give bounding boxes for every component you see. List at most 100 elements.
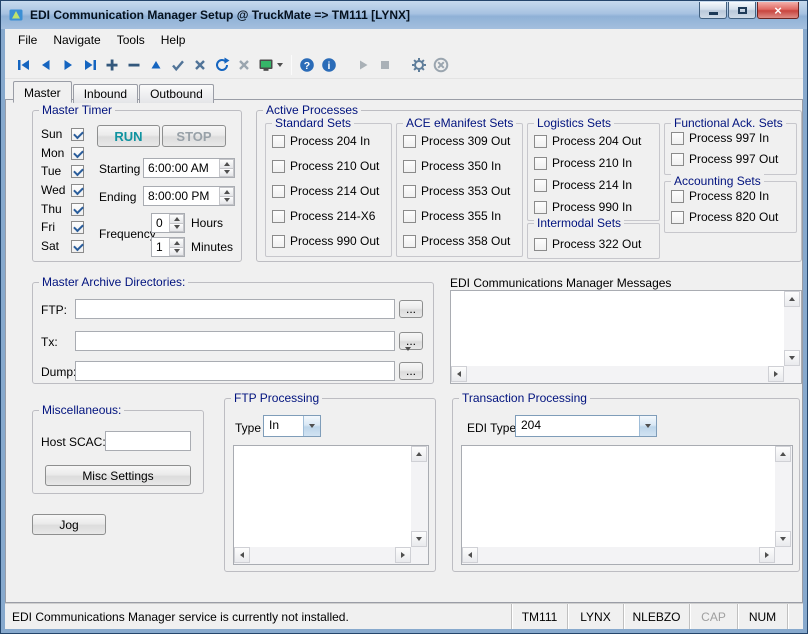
process-997-in-checkbox[interactable] bbox=[671, 132, 684, 145]
abort-button[interactable] bbox=[233, 54, 255, 76]
tab-outbound[interactable]: Outbound bbox=[139, 84, 214, 103]
process-353-out-checkbox[interactable] bbox=[403, 185, 416, 198]
process-358-out-checkbox[interactable] bbox=[403, 235, 416, 248]
process-353-out-row[interactable]: Process 353 Out bbox=[403, 184, 510, 198]
info-button[interactable]: i bbox=[318, 54, 340, 76]
next-record-button[interactable] bbox=[57, 54, 79, 76]
frequency-hours-input[interactable]: 0 bbox=[151, 213, 185, 233]
edit-record-button[interactable] bbox=[145, 54, 167, 76]
day-row-wed[interactable]: Wed bbox=[41, 183, 84, 197]
stop-service-button[interactable] bbox=[374, 54, 396, 76]
hours-spin-up-button[interactable] bbox=[169, 214, 184, 224]
process-997-out-checkbox[interactable] bbox=[671, 153, 684, 166]
run-button[interactable]: RUN bbox=[97, 125, 160, 147]
process-820-in-checkbox[interactable] bbox=[671, 190, 684, 203]
process-820-in-row[interactable]: Process 820 In bbox=[671, 189, 769, 203]
edi-type-dropdown-button[interactable] bbox=[639, 416, 656, 436]
tab-inbound[interactable]: Inbound bbox=[73, 84, 138, 103]
day-checkbox-fri[interactable] bbox=[71, 221, 84, 234]
host-scac-input[interactable] bbox=[105, 431, 191, 451]
scroll-right-button[interactable] bbox=[395, 547, 411, 563]
process-997-in-row[interactable]: Process 997 In bbox=[671, 131, 769, 145]
process-204-in-checkbox[interactable] bbox=[272, 135, 285, 148]
process-990-out-row[interactable]: Process 990 Out bbox=[272, 234, 379, 248]
scroll-up-button[interactable] bbox=[775, 446, 791, 462]
day-row-thu[interactable]: Thu bbox=[41, 202, 84, 216]
day-row-mon[interactable]: Mon bbox=[41, 146, 84, 160]
menu-file[interactable]: File bbox=[10, 30, 45, 50]
ftp-type-dropdown-button[interactable] bbox=[303, 416, 320, 436]
prior-record-button[interactable] bbox=[35, 54, 57, 76]
scroll-down-button[interactable] bbox=[784, 350, 800, 366]
insert-record-button[interactable] bbox=[101, 54, 123, 76]
process-350-in-row[interactable]: Process 350 In bbox=[403, 159, 501, 173]
edi-type-select[interactable]: 204 bbox=[515, 415, 657, 437]
process-997-out-row[interactable]: Process 997 Out bbox=[671, 152, 778, 166]
dump-browse-button[interactable]: ... bbox=[399, 362, 423, 380]
process-820-out-checkbox[interactable] bbox=[671, 211, 684, 224]
process-820-out-row[interactable]: Process 820 Out bbox=[671, 210, 778, 224]
process-350-in-checkbox[interactable] bbox=[403, 160, 416, 173]
day-row-tue[interactable]: Tue bbox=[41, 164, 84, 178]
ending-spin-down-button[interactable] bbox=[219, 197, 234, 206]
close-app-button[interactable] bbox=[430, 54, 452, 76]
maximize-button[interactable] bbox=[728, 2, 756, 19]
ending-spin-up-button[interactable] bbox=[219, 187, 234, 197]
scroll-up-button[interactable] bbox=[411, 446, 427, 462]
process-990-in-checkbox[interactable] bbox=[534, 201, 547, 214]
process-210-in-row[interactable]: Process 210 In bbox=[534, 156, 632, 170]
process-322-out-row[interactable]: Process 322 Out bbox=[534, 237, 641, 251]
ftp-horizontal-scrollbar[interactable] bbox=[234, 547, 411, 564]
scroll-down-button[interactable] bbox=[775, 531, 791, 547]
day-checkbox-tue[interactable] bbox=[71, 165, 84, 178]
minimize-button[interactable] bbox=[699, 2, 727, 19]
jog-button[interactable]: Jog bbox=[32, 514, 106, 535]
day-row-sun[interactable]: Sun bbox=[41, 127, 84, 141]
settings-button[interactable] bbox=[408, 54, 430, 76]
scroll-up-button[interactable] bbox=[784, 291, 800, 307]
process-309-out-row[interactable]: Process 309 Out bbox=[403, 134, 510, 148]
transaction-processing-textarea[interactable] bbox=[461, 445, 793, 565]
scroll-right-button[interactable] bbox=[768, 366, 784, 382]
process-214-out-row[interactable]: Process 214 Out bbox=[272, 184, 379, 198]
starting-spin-down-button[interactable] bbox=[219, 169, 234, 178]
messages-textarea[interactable] bbox=[450, 290, 802, 384]
process-355-in-row[interactable]: Process 355 In bbox=[403, 209, 501, 223]
help-button[interactable]: ? bbox=[296, 54, 318, 76]
ending-time-input[interactable]: 8:00:00 PM bbox=[143, 186, 235, 206]
process-214-in-row[interactable]: Process 214 In bbox=[534, 178, 632, 192]
menu-navigate[interactable]: Navigate bbox=[45, 30, 108, 50]
process-214-x6-row[interactable]: Process 214-X6 bbox=[272, 209, 375, 223]
refresh-button[interactable] bbox=[211, 54, 233, 76]
title-bar[interactable]: EDI Communication Manager Setup @ TruckM… bbox=[1, 1, 807, 29]
scroll-left-button[interactable] bbox=[451, 366, 467, 382]
ftp-type-select[interactable]: In bbox=[263, 415, 321, 437]
menu-tools[interactable]: Tools bbox=[109, 30, 153, 50]
last-record-button[interactable] bbox=[79, 54, 101, 76]
minutes-spin-up-button[interactable] bbox=[169, 238, 184, 248]
resize-grip[interactable] bbox=[787, 604, 803, 629]
menu-help[interactable]: Help bbox=[153, 30, 194, 50]
frequency-minutes-input[interactable]: 1 bbox=[151, 237, 185, 257]
stop-button[interactable]: STOP bbox=[162, 125, 226, 147]
scroll-left-button[interactable] bbox=[234, 547, 250, 563]
process-210-in-checkbox[interactable] bbox=[534, 157, 547, 170]
cancel-edit-button[interactable] bbox=[189, 54, 211, 76]
process-210-out-checkbox[interactable] bbox=[272, 160, 285, 173]
process-355-in-checkbox[interactable] bbox=[403, 210, 416, 223]
process-358-out-row[interactable]: Process 358 Out bbox=[403, 234, 510, 248]
process-990-in-row[interactable]: Process 990 In bbox=[534, 200, 632, 214]
transaction-vertical-scrollbar[interactable] bbox=[775, 446, 792, 547]
process-204-in-row[interactable]: Process 204 In bbox=[272, 134, 370, 148]
process-309-out-checkbox[interactable] bbox=[403, 135, 416, 148]
day-row-sat[interactable]: Sat bbox=[41, 239, 84, 253]
messages-horizontal-scrollbar[interactable] bbox=[451, 366, 784, 383]
day-row-fri[interactable]: Fri bbox=[41, 220, 84, 234]
delete-record-button[interactable] bbox=[123, 54, 145, 76]
ftp-browse-button[interactable]: ... bbox=[399, 300, 423, 318]
scroll-down-button[interactable] bbox=[411, 531, 427, 547]
tx-directory-input[interactable] bbox=[75, 331, 395, 351]
day-checkbox-thu[interactable] bbox=[71, 203, 84, 216]
start-service-button[interactable] bbox=[352, 54, 374, 76]
dump-directory-input[interactable] bbox=[75, 361, 395, 381]
